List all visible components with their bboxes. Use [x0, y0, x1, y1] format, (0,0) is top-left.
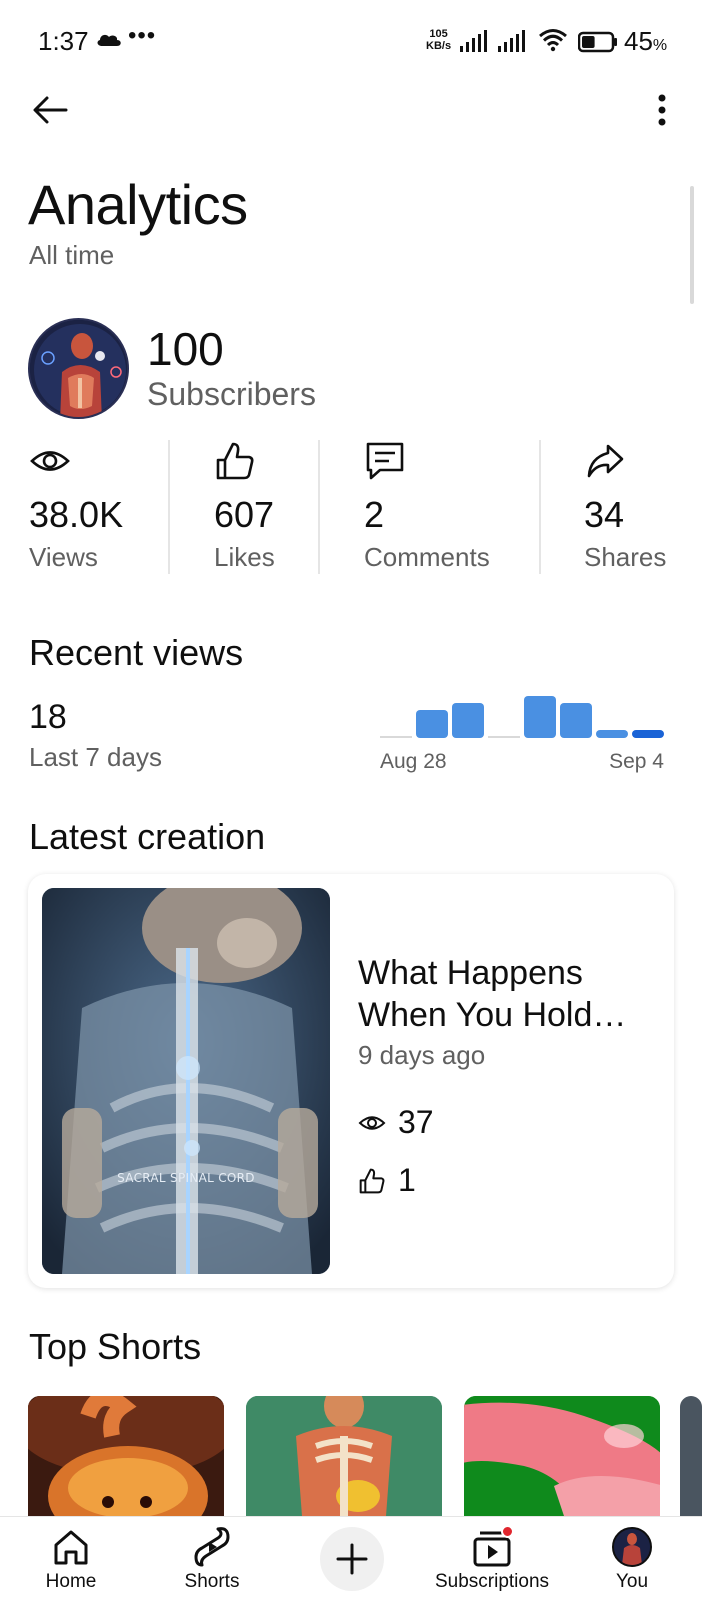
share-icon	[587, 444, 624, 478]
top-short-thumbnail[interactable]	[464, 1396, 660, 1516]
network-speed-value: 105	[429, 28, 448, 40]
plus-icon	[336, 1543, 368, 1575]
nav-home[interactable]: Home	[38, 1517, 104, 1600]
chart-bar-aug-31	[488, 736, 520, 738]
chart-bar-sep-1	[524, 696, 556, 738]
nav-you-label: You	[615, 1571, 649, 1592]
subscriptions-icon	[470, 1525, 514, 1569]
latest-creation-title: Latest creation	[29, 816, 266, 857]
battery-percent: 45%	[624, 26, 668, 56]
create-button[interactable]	[320, 1527, 384, 1591]
status-time: 1:37	[38, 26, 89, 56]
latest-video-title[interactable]: What Happens When You Hold…	[358, 952, 658, 1036]
subscriber-count: 100	[147, 323, 224, 375]
eye-icon	[30, 451, 70, 471]
more-notifications-icon: •••	[128, 22, 157, 49]
channel-avatar	[28, 318, 129, 419]
chart-tick-label-end: Sep 4	[609, 750, 664, 773]
page-title: Analytics	[28, 173, 248, 236]
latest-views-metric: 37	[358, 1104, 434, 1141]
network-speed-unit: KB/s	[426, 40, 452, 52]
chart-bar-aug-29	[416, 710, 448, 738]
page-subtitle: All time	[29, 240, 115, 270]
chart-tick-label-start: Aug 28	[380, 750, 447, 773]
chart-bar-sep-3	[596, 730, 628, 738]
recent-views-chart[interactable]: Aug 28 Sep 4	[380, 690, 676, 790]
nav-subscriptions-label: Subscriptions	[434, 1571, 550, 1592]
chart-bar-sep-4	[632, 730, 664, 738]
comments-label: Comments	[364, 542, 490, 572]
recent-views-period: Last 7 days	[29, 742, 162, 772]
arrow-left-icon	[33, 96, 68, 124]
divider	[168, 440, 170, 574]
latest-views-value: 37	[398, 1104, 434, 1140]
latest-likes-value: 1	[398, 1162, 416, 1198]
latest-likes-metric: 1	[358, 1162, 416, 1199]
recent-views-count: 18	[29, 698, 67, 736]
divider	[539, 440, 541, 574]
bottom-navigation: Home Shorts Subscriptions You	[0, 1516, 702, 1600]
comments-value: 2	[364, 494, 385, 535]
top-short-thumbnail[interactable]	[28, 1396, 224, 1516]
nav-shorts[interactable]: Shorts	[172, 1517, 252, 1600]
views-value: 38.0K	[29, 494, 124, 535]
thumbs-up-icon	[359, 1168, 385, 1193]
thumbs-up-icon	[216, 442, 254, 480]
more-vertical-icon	[658, 94, 666, 126]
views-label: Views	[29, 542, 98, 572]
likes-label: Likes	[214, 542, 275, 572]
thumbnail-caption: SACRAL SPINAL CORD	[117, 1171, 255, 1185]
shares-label: Shares	[584, 542, 667, 572]
nav-subscriptions[interactable]: Subscriptions	[430, 1517, 554, 1600]
latest-video-age: 9 days ago	[358, 1040, 486, 1070]
battery-icon	[578, 31, 617, 53]
latest-creation-card[interactable]: SACRAL SPINAL CORD What Happens When You…	[28, 874, 674, 1288]
scrollbar[interactable]	[690, 186, 694, 304]
network-speed: 105 KB/s	[426, 28, 451, 52]
more-options-button[interactable]	[640, 86, 684, 134]
nav-you[interactable]: You	[604, 1517, 660, 1600]
likes-value: 607	[214, 494, 275, 535]
subscriber-label: Subscribers	[147, 376, 316, 412]
top-short-thumbnail[interactable]	[680, 1396, 702, 1516]
nav-avatar	[612, 1527, 652, 1567]
divider	[318, 440, 320, 574]
back-button[interactable]	[26, 86, 74, 134]
eye-icon	[358, 1115, 386, 1130]
cloud-icon	[97, 34, 121, 46]
chart-bar-aug-30	[452, 703, 484, 738]
status-bar: 1:37 ••• 105 KB/s 45%	[0, 0, 702, 80]
latest-video-thumbnail[interactable]: SACRAL SPINAL CORD	[42, 888, 330, 1274]
home-icon	[49, 1525, 93, 1569]
chart-bar-aug-28	[380, 736, 412, 738]
top-shorts-title: Top Shorts	[29, 1326, 202, 1367]
signal-icon	[460, 30, 487, 52]
shorts-icon	[190, 1525, 234, 1569]
notification-dot	[501, 1525, 514, 1538]
wifi-icon	[539, 29, 567, 52]
recent-views-title: Recent views	[29, 632, 244, 673]
shares-value: 34	[584, 494, 625, 535]
top-short-thumbnail[interactable]	[246, 1396, 442, 1516]
nav-home-label: Home	[45, 1571, 97, 1592]
chart-bar-sep-2	[560, 703, 592, 738]
signal-icon	[498, 30, 525, 52]
nav-shorts-label: Shorts	[184, 1571, 240, 1592]
avatar-icon	[610, 1525, 654, 1569]
comment-icon	[366, 442, 404, 480]
